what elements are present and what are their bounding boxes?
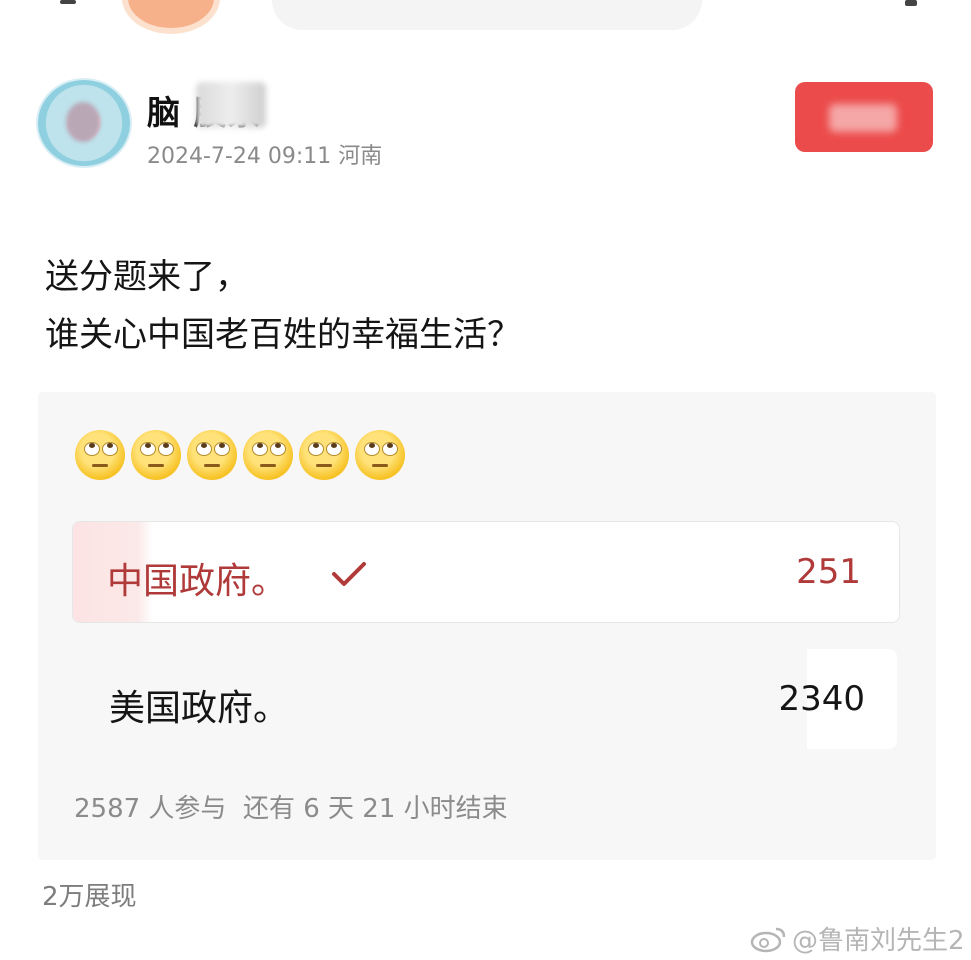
watermark-text: @鲁南刘先生2 (792, 926, 965, 956)
search-bar[interactable] (272, 0, 702, 30)
rolling-eyes-emoji-icon (131, 430, 181, 480)
check-icon (332, 562, 366, 586)
post-line-2: 谁关心中国老百姓的幸福生活？ (45, 315, 521, 355)
emoji-row (75, 430, 405, 480)
poll-remaining: 还有 6 天 21 小时结束 (242, 794, 508, 824)
post-meta: 2024-7-24 09:11 河南 (147, 138, 382, 170)
rolling-eyes-emoji-icon (355, 430, 405, 480)
poll-status: 2587 人参与 还有 6 天 21 小时结束 (74, 788, 508, 825)
post-body: 送分题来了， 谁关心中国老百姓的幸福生活？ (45, 248, 521, 364)
post-line-1: 送分题来了， (45, 257, 249, 297)
name-mosaic (196, 82, 266, 128)
more-icon[interactable] (905, 0, 917, 6)
poll-option-usa[interactable]: 美国政府。 2340 (75, 649, 897, 749)
post-location: 河南 (338, 144, 383, 169)
poll-option-label: 美国政府。 (109, 688, 290, 729)
follow-button[interactable] (795, 82, 933, 152)
top-bar (0, 0, 971, 40)
view-count: 2万展现 (42, 882, 137, 912)
rolling-eyes-emoji-icon (187, 430, 237, 480)
top-avatar[interactable] (122, 0, 220, 34)
poll-option-china[interactable]: 中国政府。 251 (72, 521, 900, 623)
avatar-blur (66, 102, 100, 142)
back-icon[interactable] (60, 0, 76, 4)
weibo-icon (750, 927, 786, 952)
rolling-eyes-emoji-icon (243, 430, 293, 480)
follow-label-mosaic (829, 104, 897, 132)
author-avatar[interactable] (36, 78, 132, 168)
poll-option-count: 251 (796, 552, 861, 592)
poll-option-count: 2340 (778, 679, 865, 719)
poll-participants: 2587 人参与 (74, 794, 227, 824)
poll-option-label: 中国政府。 (107, 561, 288, 602)
rolling-eyes-emoji-icon (75, 430, 125, 480)
rolling-eyes-emoji-icon (299, 430, 349, 480)
post-timestamp: 2024-7-24 09:11 (147, 144, 332, 169)
watermark: @鲁南刘先生2 (750, 920, 965, 957)
